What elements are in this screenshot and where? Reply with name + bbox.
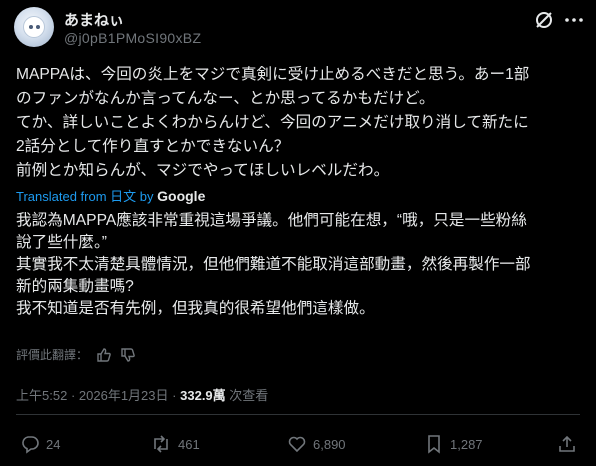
translated-text: 我認為MAPPA應該非常重視這場爭議。他們可能在想，“哦，只是一些粉絲 說了些什…	[16, 210, 586, 320]
divider	[16, 414, 580, 415]
view-count: 332.9萬	[180, 388, 226, 403]
like-button[interactable]: 6,890	[287, 433, 346, 455]
repost-icon	[154, 435, 168, 453]
repost-button[interactable]: 461	[150, 433, 200, 455]
display-name[interactable]: あまねぃ	[64, 9, 124, 30]
avatar-eye	[36, 25, 40, 29]
google-label: Google	[157, 188, 206, 204]
post-meta: 上午5:52 · 2026年1月23日 · 332.9萬 次查看	[16, 385, 268, 404]
post-line: MAPPAは、今回の炎上をマジで真剣に受け止めるべきだと思う。あー1部	[16, 66, 530, 83]
translation-label: Translated from 日文 by	[16, 189, 154, 204]
views-label: 次查看	[229, 388, 269, 403]
post-date[interactable]: 2026年1月23日	[79, 388, 169, 403]
thumbs-up-icon[interactable]	[96, 347, 112, 363]
more-icon	[565, 18, 583, 22]
more-button[interactable]	[563, 9, 585, 31]
post-line: のファンがなんか言ってんなー、とか思ってるかもだけど。	[16, 90, 435, 107]
rate-translation: 評價此翻譯：	[16, 346, 136, 363]
thumbs-down-icon[interactable]	[120, 347, 136, 363]
translation-attribution[interactable]: Translated from 日文 by Google	[16, 186, 205, 205]
post-time[interactable]: 上午5:52	[16, 388, 67, 403]
bookmark-button[interactable]: 1,287	[424, 433, 483, 455]
avatar[interactable]	[14, 7, 54, 47]
grok-icon	[536, 12, 552, 28]
share-icon	[559, 435, 575, 452]
reply-count: 24	[46, 436, 61, 452]
post-line: 前例とか知らんが、マジでやってほしいレベルだわ。	[16, 162, 390, 179]
translated-line: 新的兩集動畫嗎?	[16, 278, 134, 295]
like-count: 6,890	[313, 436, 346, 452]
meta-separator: ·	[172, 388, 177, 403]
reply-icon	[22, 436, 39, 454]
translated-line: 我不知道是否有先例，但我真的很希望他們這樣做。	[16, 300, 375, 317]
meta-separator: ·	[70, 388, 76, 403]
repost-count: 461	[178, 436, 200, 452]
rate-label: 評價此翻譯：	[16, 348, 89, 362]
translated-line: 其實我不太清楚具體情況，但他們難道不能取消這部動畫，然後再製作一部	[16, 256, 531, 273]
post-line: てか、詳しいことよくわからんけど、今回のアニメだけ取り消して新たに	[16, 114, 529, 131]
bookmark-count: 1,287	[450, 436, 483, 452]
avatar-eye	[29, 25, 33, 29]
like-icon	[288, 436, 306, 453]
grok-button[interactable]	[533, 9, 555, 31]
bookmark-icon	[428, 435, 440, 454]
user-handle[interactable]: @j0pB1PMoSI90xBZ	[64, 30, 201, 46]
share-button[interactable]	[557, 433, 577, 455]
post-text: MAPPAは、今回の炎上をマジで真剣に受け止めるべきだと思う。あー1部 のファン…	[16, 63, 586, 183]
translated-line: 我認為MAPPA應該非常重視這場爭議。他們可能在想，“哦，只是一些粉絲	[16, 212, 527, 229]
translated-line: 說了些什麼。”	[16, 234, 107, 251]
avatar-face	[23, 16, 45, 38]
post-line: 2話分として作り直すとかできないん？	[16, 138, 290, 155]
reply-button[interactable]: 24	[20, 433, 60, 455]
